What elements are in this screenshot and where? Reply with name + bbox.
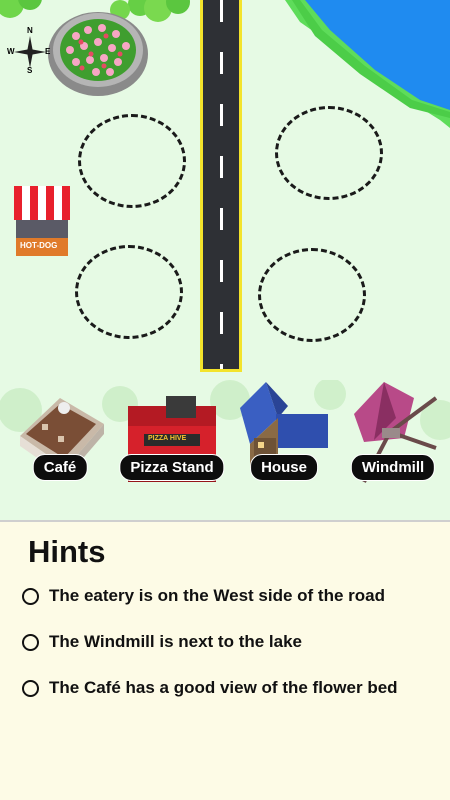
hint-check-circle-icon[interactable] — [22, 587, 39, 605]
cafe-label: Café — [32, 454, 88, 481]
compass-s-label: S — [27, 66, 33, 75]
compass-w-label: W — [7, 47, 15, 56]
hint-item[interactable]: The eatery is on the West side of the ro… — [22, 584, 385, 608]
building-card-house[interactable]: House — [236, 378, 332, 490]
compass-n-label: N — [27, 26, 33, 35]
plot-sw[interactable] — [75, 245, 183, 339]
building-card-pizza[interactable]: PIZZA HIVE Pizza Stand — [119, 378, 225, 490]
game-map: N S W E HOT-DOG Café PIZZA HIVE Pizza St… — [0, 0, 450, 520]
compass-e-label: E — [45, 47, 51, 56]
building-card-windmill[interactable]: Windmill — [344, 378, 442, 490]
compass: N S W E — [7, 26, 51, 75]
house-label: House — [250, 454, 318, 481]
flower-bed — [46, 6, 150, 98]
plot-nw[interactable] — [78, 114, 186, 208]
building-card-cafe[interactable]: Café — [12, 378, 108, 490]
hint-item[interactable]: The Café has a good view of the flower b… — [22, 676, 398, 700]
pizza-stand-label: Pizza Stand — [119, 454, 225, 481]
road — [200, 0, 242, 372]
hotdog-stand: HOT-DOG — [10, 184, 72, 258]
hint-text: The Café has a good view of the flower b… — [49, 678, 398, 697]
hint-item[interactable]: The Windmill is next to the lake — [22, 630, 302, 654]
hints-panel: Hints The eatery is on the West side of … — [0, 522, 450, 800]
plot-se[interactable] — [258, 248, 366, 342]
windmill-label: Windmill — [350, 454, 436, 481]
road-lane-marking — [220, 0, 223, 369]
hotdog-sign: HOT-DOG — [20, 241, 58, 250]
hint-text: The Windmill is next to the lake — [49, 632, 302, 651]
hint-check-circle-icon[interactable] — [22, 633, 39, 651]
hint-check-circle-icon[interactable] — [22, 679, 39, 697]
hints-title: Hints — [28, 534, 106, 569]
plot-ne[interactable] — [275, 106, 383, 200]
pizza-sign: PIZZA HIVE — [148, 435, 187, 442]
hint-text: The eatery is on the West side of the ro… — [49, 586, 385, 605]
